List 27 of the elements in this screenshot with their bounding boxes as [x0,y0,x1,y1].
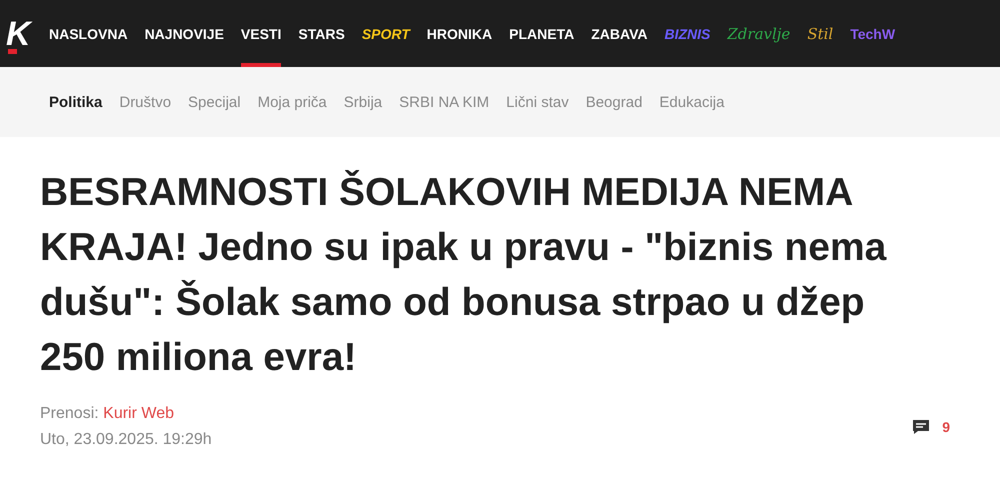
publish-date: Uto, 23.09.2025. 19:29h [40,431,212,449]
nav-link[interactable]: NASLOVNA [49,0,128,67]
nav-link[interactable]: ZABAVA [591,0,648,67]
category-link[interactable]: Lični stav [506,94,569,110]
category-link[interactable]: Društvo [119,94,172,110]
nav-link[interactable]: Zdravlje [727,0,790,67]
nav-link[interactable]: SPORT [362,0,410,67]
source-link[interactable]: Kurir Web [103,405,174,422]
article-headline: BESRAMNOSTI ŠOLAKOVIH MEDIJA NEMA KRAJA! Jedno su ipak u pravu - "biznis nema dušu": Šolak samo od bonusa strpao u džep 250 miliona evra! [40,169,888,381]
nav-link[interactable]: NAJNOVIJE [144,0,224,67]
category-link[interactable]: Beograd [586,94,642,110]
nav-link[interactable]: PLANETA [509,0,574,67]
category-link[interactable]: Specijal [188,94,241,110]
category-link[interactable]: Srbija [344,94,382,110]
nav-link[interactable]: HRONIKA [426,0,492,67]
category-link[interactable]: SRBI NA KIM [399,94,490,110]
comment-icon[interactable] [912,419,930,435]
category-link[interactable]: Politika [49,94,102,110]
comment-count[interactable]: 9 [942,419,950,435]
category-link[interactable]: Moja priča [258,94,327,110]
category-link[interactable]: Edukacija [659,94,724,110]
site-logo[interactable]: K [6,12,32,56]
nav-link[interactable]: BIZNIS [664,0,710,67]
source-label: Prenosi: [40,405,99,422]
nav-link[interactable]: TechW [850,0,896,67]
nav-link[interactable]: STARS [298,0,345,67]
nav-link[interactable]: Stil [807,0,834,67]
